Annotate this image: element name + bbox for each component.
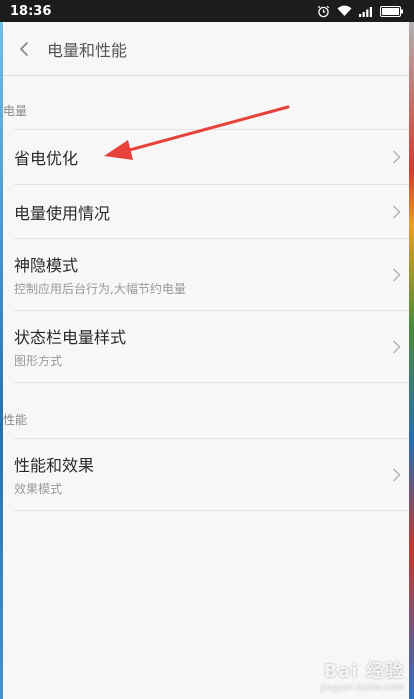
list-item-subtitle: 控制应用后台行为,大幅节约电量 xyxy=(14,282,186,296)
chevron-right-icon xyxy=(392,267,401,282)
watermark-main: Bai 经验 xyxy=(323,661,404,682)
list-item-title: 状态栏电量样式 xyxy=(14,328,127,347)
list-item-title: 神隐模式 xyxy=(14,256,79,275)
list-item-title: 省电优化 xyxy=(14,149,79,168)
performance-list: 性能和效果 效果模式 xyxy=(3,430,409,511)
list-item-stealth-mode[interactable]: 神隐模式 控制应用后台行为,大幅节约电量 xyxy=(3,239,409,310)
status-bar: 18:36 xyxy=(0,0,414,22)
list-item-title: 性能和效果 xyxy=(14,456,95,475)
chevron-left-icon xyxy=(20,41,28,56)
battery-list: 省电优化 电量使用情况 神隐模式 控制应用后台行为,大幅节约电量 状态栏电量样式… xyxy=(3,121,409,383)
chevron-right-icon xyxy=(392,467,401,482)
status-time: 18:36 xyxy=(10,3,52,19)
desktop-edge-right xyxy=(409,22,414,699)
wifi-icon xyxy=(337,5,352,17)
header: 电量和性能 xyxy=(3,22,409,76)
signal-icon xyxy=(359,6,372,17)
chevron-right-icon xyxy=(392,339,401,354)
list-item-subtitle: 效果模式 xyxy=(14,482,63,496)
list-item-power-saving[interactable]: 省电优化 xyxy=(3,130,409,184)
section-label-battery: 电量 xyxy=(3,103,28,118)
back-button[interactable] xyxy=(3,22,45,76)
watermark-sub: jingyan.baidu.com xyxy=(320,683,404,693)
divider xyxy=(14,510,409,511)
list-item-title: 电量使用情况 xyxy=(14,203,111,223)
list-item-battery-usage[interactable]: 电量使用情况 xyxy=(3,185,409,238)
chevron-right-icon xyxy=(392,204,401,219)
list-item-performance[interactable]: 性能和效果 效果模式 xyxy=(3,439,409,510)
status-icons xyxy=(317,5,404,18)
chevron-right-icon xyxy=(392,150,401,164)
app-window: 电量和性能 电量 省电优化 电量使用情况 神隐模式 控制应用后台行为,大幅节约电… xyxy=(3,22,409,699)
watermark: Bai 经验 jingyan.baidu.com xyxy=(321,657,404,693)
battery-icon xyxy=(380,5,403,17)
list-item-subtitle: 图形方式 xyxy=(14,354,63,368)
section-label-performance: 性能 xyxy=(3,412,28,427)
list-item-battery-style[interactable]: 状态栏电量样式 图形方式 xyxy=(3,311,409,382)
page-title: 电量和性能 xyxy=(47,40,128,60)
alarm-icon xyxy=(317,5,330,17)
